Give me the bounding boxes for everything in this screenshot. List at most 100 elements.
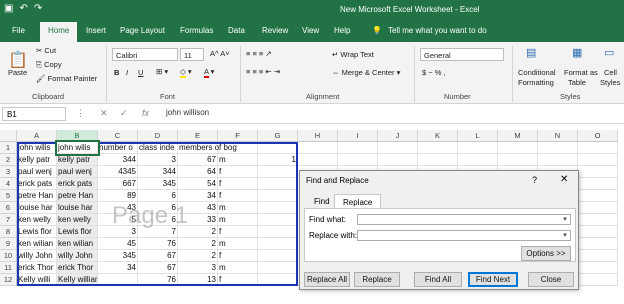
cell-d11[interactable]: 67 — [138, 262, 178, 274]
paste-button[interactable]: Paste — [8, 68, 27, 77]
cell-i1[interactable] — [338, 142, 378, 154]
column-header-h[interactable]: H — [298, 130, 338, 142]
wrap-text-button[interactable]: ↵ Wrap Text — [332, 50, 374, 59]
column-header-e[interactable]: E — [178, 130, 218, 142]
column-header-j[interactable]: J — [378, 130, 418, 142]
name-box[interactable]: B1 — [2, 107, 66, 121]
cell-h2[interactable] — [298, 154, 338, 166]
cell-e5[interactable]: 34 — [178, 190, 218, 202]
cell-f7[interactable]: m — [218, 214, 258, 226]
cell-f1[interactable] — [218, 142, 258, 154]
cell-g10[interactable] — [258, 250, 298, 262]
column-header-c[interactable]: C — [98, 130, 138, 142]
font-name-select[interactable]: Calibri — [112, 48, 178, 61]
cell-e4[interactable]: 54 — [178, 178, 218, 190]
font-color-icon[interactable]: A ▾ — [204, 67, 214, 78]
cell-o3[interactable] — [578, 166, 618, 178]
cell-g9[interactable] — [258, 238, 298, 250]
cell-e3[interactable]: 64 — [178, 166, 218, 178]
chevron-down-icon[interactable]: ▾ — [560, 215, 570, 224]
cell-b5[interactable]: petre Han — [57, 190, 98, 202]
cell-o4[interactable] — [578, 178, 618, 190]
cell-e9[interactable]: 2 — [178, 238, 218, 250]
column-header-i[interactable]: I — [338, 130, 378, 142]
find-all-button[interactable]: Find All — [414, 272, 462, 287]
cell-c11[interactable]: 34 — [98, 262, 138, 274]
top-align-icon[interactable]: ≡ ≡ ≡ ↗ — [246, 49, 272, 58]
cell-f6[interactable]: m — [218, 202, 258, 214]
cell-g4[interactable] — [258, 178, 298, 190]
cell-b10[interactable]: willy John — [57, 250, 98, 262]
cell-m2[interactable] — [498, 154, 538, 166]
cell-f9[interactable]: m — [218, 238, 258, 250]
options-button[interactable]: Options >> — [521, 246, 571, 261]
cell-o6[interactable] — [578, 202, 618, 214]
column-header-d[interactable]: D — [138, 130, 178, 142]
column-header-k[interactable]: K — [418, 130, 458, 142]
cell-a3[interactable]: paul wenj — [17, 166, 57, 178]
tab-review[interactable]: Review — [262, 26, 288, 35]
cell-d4[interactable]: 345 — [138, 178, 178, 190]
replace-with-input[interactable]: ▾ — [357, 230, 571, 241]
cell-c10[interactable]: 345 — [98, 250, 138, 262]
column-header-o[interactable]: O — [578, 130, 618, 142]
cell-c5[interactable]: 89 — [98, 190, 138, 202]
cell-b2[interactable]: kelly patr — [57, 154, 98, 166]
cell-d12[interactable]: 76 — [138, 274, 178, 286]
cell-e2[interactable]: 67 — [178, 154, 218, 166]
font-size-select[interactable]: 11 — [180, 48, 204, 61]
cell-f8[interactable]: f — [218, 226, 258, 238]
cell-c9[interactable]: 45 — [98, 238, 138, 250]
cell-a8[interactable]: Lewis flor — [17, 226, 57, 238]
row-header[interactable]: 6 — [0, 202, 17, 214]
formula-input[interactable]: john willison — [166, 108, 209, 117]
cell-b1[interactable]: john wilis — [55, 140, 100, 156]
tab-view[interactable]: View — [302, 26, 319, 35]
column-header-l[interactable]: L — [458, 130, 498, 142]
cell-b8[interactable]: Lewis flor — [57, 226, 98, 238]
cell-o5[interactable] — [578, 190, 618, 202]
cell-d2[interactable]: 3 — [138, 154, 178, 166]
cell-f3[interactable]: f — [218, 166, 258, 178]
row-header[interactable]: 2 — [0, 154, 17, 166]
cell-c4[interactable]: 667 — [98, 178, 138, 190]
cell-n2[interactable] — [538, 154, 578, 166]
cell-d3[interactable]: 344 — [138, 166, 178, 178]
copy-button[interactable]: ⎘ Copy — [36, 60, 62, 70]
cell-o1[interactable] — [578, 142, 618, 154]
paste-icon[interactable]: 📋 — [8, 50, 28, 70]
cell-a4[interactable]: erick pats — [17, 178, 57, 190]
format-painter-button[interactable]: 🖌 Format Painter — [36, 74, 97, 83]
format-as-table-button[interactable]: Format as — [564, 68, 598, 77]
cell-f12[interactable]: f — [218, 274, 258, 286]
cell-d5[interactable]: 6 — [138, 190, 178, 202]
tab-insert[interactable]: Insert — [86, 26, 106, 35]
row-header[interactable]: 12 — [0, 274, 17, 286]
cell-a7[interactable]: ken welly — [17, 214, 57, 226]
cell-g3[interactable] — [258, 166, 298, 178]
tab-help[interactable]: Help — [334, 26, 350, 35]
cell-o8[interactable] — [578, 226, 618, 238]
cell-h1[interactable] — [298, 142, 338, 154]
merge-center-button[interactable]: ⇔ Merge & Center ▾ — [332, 68, 400, 77]
help-icon[interactable]: ? — [532, 175, 537, 185]
cell-d1[interactable]: class inde — [138, 142, 178, 154]
currency-icon[interactable]: $ ~ % , — [422, 68, 446, 77]
cell-g8[interactable] — [258, 226, 298, 238]
column-header-b[interactable]: B — [57, 130, 98, 142]
cell-g11[interactable] — [258, 262, 298, 274]
cell-j1[interactable] — [378, 142, 418, 154]
cut-button[interactable]: ✂ Cut — [36, 46, 56, 55]
cell-a9[interactable]: ken wilian — [17, 238, 57, 250]
underline-button[interactable]: U — [138, 68, 143, 77]
bold-button[interactable]: B — [114, 68, 119, 77]
tab-file[interactable]: File — [12, 26, 25, 35]
row-header[interactable]: 8 — [0, 226, 17, 238]
column-header-g[interactable]: G — [258, 130, 298, 142]
cell-c1[interactable]: number o — [98, 142, 138, 154]
cell-b12[interactable]: Kelly williams — [57, 274, 98, 286]
row-header[interactable]: 7 — [0, 214, 17, 226]
cell-styles-button[interactable]: Cell — [604, 68, 617, 77]
cell-o11[interactable] — [578, 262, 618, 274]
tab-replace[interactable]: Replace — [334, 194, 382, 209]
